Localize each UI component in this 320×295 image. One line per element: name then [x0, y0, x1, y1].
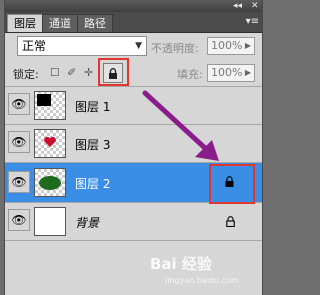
watermark-url: jingyan.baidu.com: [165, 276, 239, 285]
layers-panel: ◂◂ ✕ 图层 通道 路径 ▾≡ 正常 ▼ 不透明度: 100% ▶ 锁定: ☐…: [4, 0, 263, 295]
watermark: Bai 经验: [150, 255, 212, 273]
annotation-arrow-icon: [142, 90, 219, 161]
